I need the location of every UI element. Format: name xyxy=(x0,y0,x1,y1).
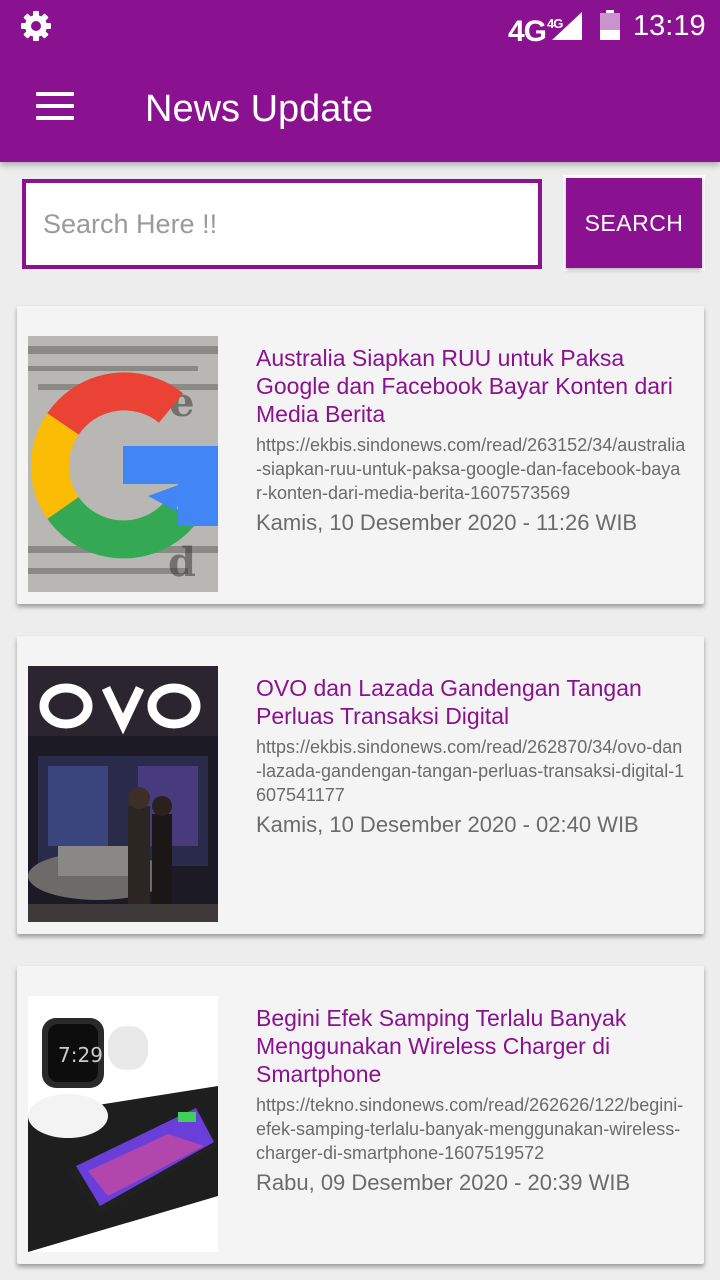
news-title[interactable]: Begini Efek Samping Terlalu Banyak Mengg… xyxy=(256,1004,686,1088)
network-label: 4G xyxy=(508,15,547,48)
news-url: https://tekno.sindonews.com/read/262626/… xyxy=(256,1095,684,1163)
page-title: News Update xyxy=(145,88,374,130)
news-card[interactable]: re d Australia Siapkan RUU untuk Paksa G… xyxy=(17,306,704,604)
news-card-text: Australia Siapkan RUU untuk Paksa Google… xyxy=(256,344,686,537)
news-card[interactable]: 7:29 Begini Efek Samping Terlalu Banyak … xyxy=(17,966,704,1264)
news-title[interactable]: Australia Siapkan RUU untuk Paksa Google… xyxy=(256,344,686,428)
svg-text:7:29: 7:29 xyxy=(58,1043,103,1067)
svg-text:d: d xyxy=(168,539,196,586)
news-url: https://ekbis.sindonews.com/read/262870/… xyxy=(256,737,685,805)
hamburger-menu-icon[interactable] xyxy=(36,92,76,122)
news-card-text: Begini Efek Samping Terlalu Banyak Mengg… xyxy=(256,1004,686,1197)
news-date: Kamis, 10 Desember 2020 - 11:26 WIB xyxy=(256,510,638,535)
news-title[interactable]: OVO dan Lazada Gandengan Tangan Perluas … xyxy=(256,674,686,730)
battery-icon xyxy=(600,10,620,40)
gear-icon[interactable] xyxy=(18,8,54,44)
news-card[interactable]: OVO dan Lazada Gandengan Tangan Perluas … xyxy=(17,636,704,934)
news-date: Rabu, 09 Desember 2020 - 20:39 WIB xyxy=(256,1170,631,1195)
ovo-booth-image xyxy=(28,666,218,922)
signal-icon xyxy=(552,12,582,40)
google-logo-newspaper-image: re d xyxy=(28,336,218,592)
status-bar: 4G4G 13:19 xyxy=(0,0,720,52)
wireless-charger-image: 7:29 xyxy=(28,996,218,1252)
app-bar: 4G4G 13:19 News Update xyxy=(0,0,720,162)
news-card-text: OVO dan Lazada Gandengan Tangan Perluas … xyxy=(256,674,686,839)
clock: 13:19 xyxy=(633,10,706,42)
news-date: Kamis, 10 Desember 2020 - 02:40 WIB xyxy=(256,812,639,837)
search-input[interactable] xyxy=(22,179,542,269)
news-url: https://ekbis.sindonews.com/read/263152/… xyxy=(256,435,686,503)
search-button[interactable]: SEARCH xyxy=(566,178,702,268)
